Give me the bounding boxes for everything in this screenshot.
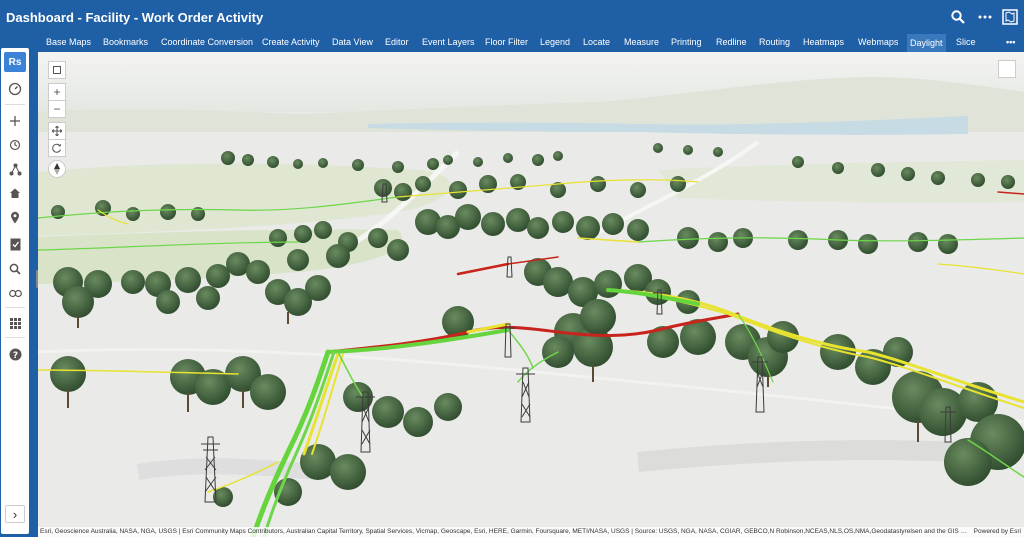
tool-webmaps[interactable]: Webmaps <box>858 37 898 47</box>
select-tool-button[interactable] <box>48 61 66 79</box>
page-title: Dashboard - Facility - Work Order Activi… <box>6 10 264 25</box>
network-icon[interactable] <box>5 160 25 178</box>
compass-icon <box>54 163 60 175</box>
parcel <box>637 440 959 472</box>
tool-floor-filter[interactable]: Floor Filter <box>485 37 528 47</box>
tool-bookmarks[interactable]: Bookmarks <box>103 37 148 47</box>
search-icon[interactable] <box>948 7 968 27</box>
zoom-in-button[interactable]: + <box>48 83 66 101</box>
link-icon[interactable] <box>5 284 25 302</box>
search-icon[interactable] <box>5 260 25 278</box>
add-icon[interactable] <box>5 112 25 130</box>
square-icon <box>53 66 61 74</box>
history-icon[interactable] <box>5 136 25 154</box>
compass-button[interactable] <box>48 160 66 178</box>
tool-coordinate-conversion[interactable]: Coordinate Conversion <box>161 37 253 47</box>
toolbar-more-button[interactable]: ••• <box>1006 37 1015 47</box>
rotate-button[interactable] <box>48 139 66 157</box>
chevron-right-icon: › <box>12 506 18 522</box>
gauge-icon[interactable] <box>5 80 25 98</box>
map-view-3d[interactable]: + − <box>38 52 1024 537</box>
fullscreen-button[interactable] <box>998 60 1016 78</box>
scene-canvas <box>38 52 1024 537</box>
tool-editor[interactable]: Editor <box>385 37 409 47</box>
tool-daylight[interactable]: Daylight <box>907 34 946 52</box>
tool-redline[interactable]: Redline <box>716 37 747 47</box>
tool-data-view[interactable]: Data View <box>332 37 373 47</box>
help-icon[interactable]: ? <box>5 345 25 363</box>
tool-create-activity[interactable]: Create Activity <box>262 37 320 47</box>
home-icon[interactable] <box>5 184 25 202</box>
title-bar: Dashboard - Facility - Work Order Activi… <box>0 0 1024 34</box>
pan-button[interactable] <box>48 122 66 140</box>
sidebar-panel: Rs ? › <box>1 48 29 534</box>
map-attribution: Esri, Geoscience Australia, NASA, NGA, U… <box>38 527 1024 537</box>
map-icon[interactable] <box>1000 7 1020 27</box>
tool-event-layers[interactable]: Event Layers <box>422 37 475 47</box>
zoom-out-button[interactable]: − <box>48 100 66 118</box>
sidebar-divider <box>5 104 25 105</box>
move-icon <box>52 126 62 136</box>
attribution-text: Esri, Geoscience Australia, NASA, NGA, U… <box>40 528 970 535</box>
checklist-icon[interactable] <box>5 235 25 253</box>
sidebar-divider <box>5 307 25 308</box>
tool-locate[interactable]: Locate <box>583 37 610 47</box>
tool-measure[interactable]: Measure <box>624 37 659 47</box>
rotate-icon <box>52 143 61 153</box>
apps-grid-icon[interactable] <box>5 314 25 332</box>
zoom-in-icon: + <box>53 85 61 99</box>
tool-base-maps[interactable]: Base Maps <box>46 37 91 47</box>
app-logo[interactable]: Rs <box>4 52 26 72</box>
widget-toolbar: Base Maps Bookmarks Coordinate Conversio… <box>38 34 1024 52</box>
zoom-out-icon: − <box>53 102 61 116</box>
tool-slice[interactable]: Slice <box>956 37 976 47</box>
location-pin-icon[interactable] <box>5 208 25 226</box>
tool-heatmaps[interactable]: Heatmaps <box>803 37 844 47</box>
sidebar-divider <box>5 337 25 338</box>
powered-by-link[interactable]: Powered by Esri <box>974 528 1021 535</box>
svg-text:?: ? <box>12 350 17 360</box>
tool-routing[interactable]: Routing <box>759 37 790 47</box>
tool-printing[interactable]: Printing <box>671 37 702 47</box>
more-options-icon[interactable] <box>975 7 995 27</box>
expand-sidebar-button[interactable]: › <box>5 505 25 523</box>
sidebar: Rs ? › <box>0 34 38 537</box>
tool-legend[interactable]: Legend <box>540 37 570 47</box>
